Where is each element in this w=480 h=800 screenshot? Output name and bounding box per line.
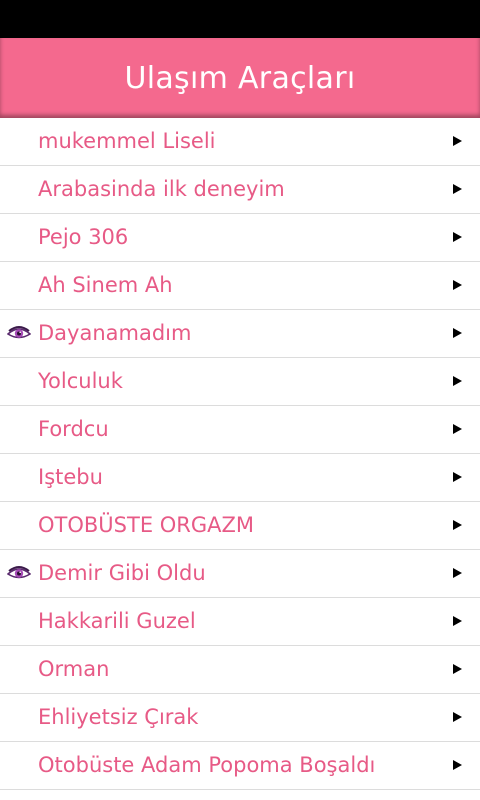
list-item-label: Arabasinda ilk deneyim — [38, 177, 285, 201]
story-list: mukemmel Liseli Arabasinda ilk deneyim P… — [0, 118, 480, 790]
list-item[interactable]: Iştebu — [0, 454, 480, 502]
eye-icon — [7, 326, 31, 339]
chevron-right-icon — [453, 616, 462, 626]
list-item-label: mukemmel Liseli — [38, 129, 216, 153]
list-item-label: OTOBÜSTE ORGAZM — [38, 513, 255, 537]
list-item-label: Orman — [38, 657, 110, 681]
list-item[interactable]: mukemmel Liseli — [0, 118, 480, 166]
chevron-right-icon — [453, 280, 462, 290]
list-item-label: Pejo 306 — [38, 225, 129, 249]
chevron-right-icon — [453, 232, 462, 242]
status-bar — [0, 0, 480, 38]
chevron-right-icon — [453, 328, 462, 338]
chevron-right-icon — [453, 520, 462, 530]
list-item-label: Fordcu — [38, 417, 109, 441]
list-item-label: Otobüste Adam Popoma Boşaldı — [38, 753, 376, 777]
list-item[interactable]: Ehliyetsiz Çırak — [0, 694, 480, 742]
list-item-label: Iştebu — [38, 465, 103, 489]
app-header: Ulaşım Araçları — [0, 38, 480, 118]
chevron-right-icon — [453, 376, 462, 386]
page-title: Ulaşım Araçları — [124, 60, 356, 96]
list-item[interactable]: Hakkarili Guzel — [0, 598, 480, 646]
chevron-right-icon — [453, 568, 462, 578]
list-item-label: Hakkarili Guzel — [38, 609, 196, 633]
chevron-right-icon — [453, 136, 462, 146]
list-item[interactable]: Otobüste Adam Popoma Boşaldı — [0, 742, 480, 790]
list-item[interactable]: Yolculuk — [0, 358, 480, 406]
list-item[interactable]: Ah Sinem Ah — [0, 262, 480, 310]
list-item[interactable]: Arabasinda ilk deneyim — [0, 166, 480, 214]
list-item[interactable]: OTOBÜSTE ORGAZM — [0, 502, 480, 550]
chevron-right-icon — [453, 184, 462, 194]
chevron-right-icon — [453, 760, 462, 770]
list-item-label: Demir Gibi Oldu — [38, 561, 206, 585]
list-item[interactable]: Dayanamadım — [0, 310, 480, 358]
chevron-right-icon — [453, 424, 462, 434]
chevron-right-icon — [453, 472, 462, 482]
list-item-label: Dayanamadım — [38, 321, 192, 345]
chevron-right-icon — [453, 712, 462, 722]
list-item[interactable]: Pejo 306 — [0, 214, 480, 262]
list-item-label: Ah Sinem Ah — [38, 273, 173, 297]
eye-icon — [7, 566, 31, 579]
chevron-right-icon — [453, 664, 462, 674]
list-item-label: Yolculuk — [38, 369, 123, 393]
list-item[interactable]: Fordcu — [0, 406, 480, 454]
list-item-label: Ehliyetsiz Çırak — [38, 705, 199, 729]
list-item[interactable]: Demir Gibi Oldu — [0, 550, 480, 598]
list-item[interactable]: Orman — [0, 646, 480, 694]
